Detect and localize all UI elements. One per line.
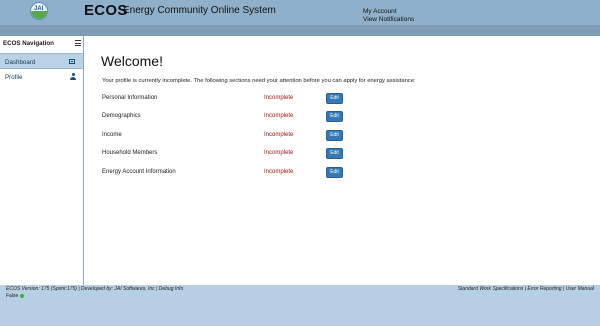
section-name: Household Members: [102, 150, 158, 156]
user-manual-link[interactable]: User Manual: [566, 286, 594, 292]
status-incomplete: Incomplete: [264, 150, 294, 156]
section-row-demographics: Demographics Incomplete Edit: [102, 111, 347, 125]
section-name: Demographics: [102, 113, 141, 119]
version-info[interactable]: ECOS Version: 175 (Sprint:175) | Develop…: [6, 286, 183, 293]
status-line: False: [6, 293, 183, 300]
edit-personal-information-button[interactable]: Edit: [326, 93, 343, 104]
status-incomplete: Incomplete: [264, 132, 294, 138]
section-name: Energy Account Information: [102, 169, 176, 175]
dashboard-icon: [69, 59, 75, 64]
status-incomplete: Incomplete: [264, 95, 294, 101]
main-content: Welcome! Your profile is currently incom…: [85, 36, 600, 285]
sidebar-item-dashboard[interactable]: Dashboard: [0, 53, 83, 69]
header-strip: [0, 25, 600, 36]
sidebar-item-profile[interactable]: Profile: [0, 69, 83, 85]
edit-household-members-button[interactable]: Edit: [326, 148, 343, 159]
section-name: Personal Information: [102, 95, 158, 101]
section-row-income: Income Incomplete Edit: [102, 130, 347, 144]
section-row-household-members: Household Members Incomplete Edit: [102, 148, 347, 162]
profile-notice: Your profile is currently incomplete. Th…: [102, 78, 416, 84]
jai-logo[interactable]: JAI: [30, 2, 48, 20]
section-name: Income: [102, 132, 122, 138]
sidebar-title: ECOS Navigation: [3, 40, 54, 47]
sidebar-item-label: Profile: [5, 74, 23, 81]
edit-demographics-button[interactable]: Edit: [326, 111, 343, 122]
footer: ECOS Version: 175 (Sprint:175) | Develop…: [0, 285, 600, 326]
status-dot-icon: [20, 293, 25, 298]
logo-text: JAI: [34, 6, 44, 12]
sidebar-nav: ECOS Navigation Dashboard Profile: [0, 36, 84, 285]
edit-energy-account-information-button[interactable]: Edit: [326, 167, 343, 178]
sidebar-item-label: Dashboard: [5, 59, 36, 66]
logo-leaf: [31, 11, 47, 19]
header-links: My Account View Notifications: [363, 8, 414, 24]
status-incomplete: Incomplete: [264, 169, 294, 175]
app-name: ECOS: [84, 2, 128, 19]
footer-links: Standard Work Specifications | Error Rep…: [458, 286, 594, 292]
hamburger-icon[interactable]: [75, 40, 81, 46]
view-notifications-link[interactable]: View Notifications: [363, 16, 414, 24]
top-header: JAI ECOS Energy Community Online System …: [0, 0, 600, 25]
error-reporting-link[interactable]: Error Reporting: [527, 286, 561, 292]
status-incomplete: Incomplete: [264, 113, 294, 119]
edit-income-button[interactable]: Edit: [326, 130, 343, 141]
user-icon: [70, 73, 76, 80]
app-subtitle: Energy Community Online System: [123, 5, 276, 16]
footer-left: ECOS Version: 175 (Sprint:175) | Develop…: [6, 286, 183, 300]
section-row-personal-information: Personal Information Incomplete Edit: [102, 93, 347, 107]
my-account-link[interactable]: My Account: [363, 8, 414, 16]
standard-work-specifications-link[interactable]: Standard Work Specifications: [458, 286, 524, 292]
section-row-energy-account-information: Energy Account Information Incomplete Ed…: [102, 167, 347, 181]
page-title: Welcome!: [101, 53, 163, 69]
status-text: False: [6, 293, 19, 299]
